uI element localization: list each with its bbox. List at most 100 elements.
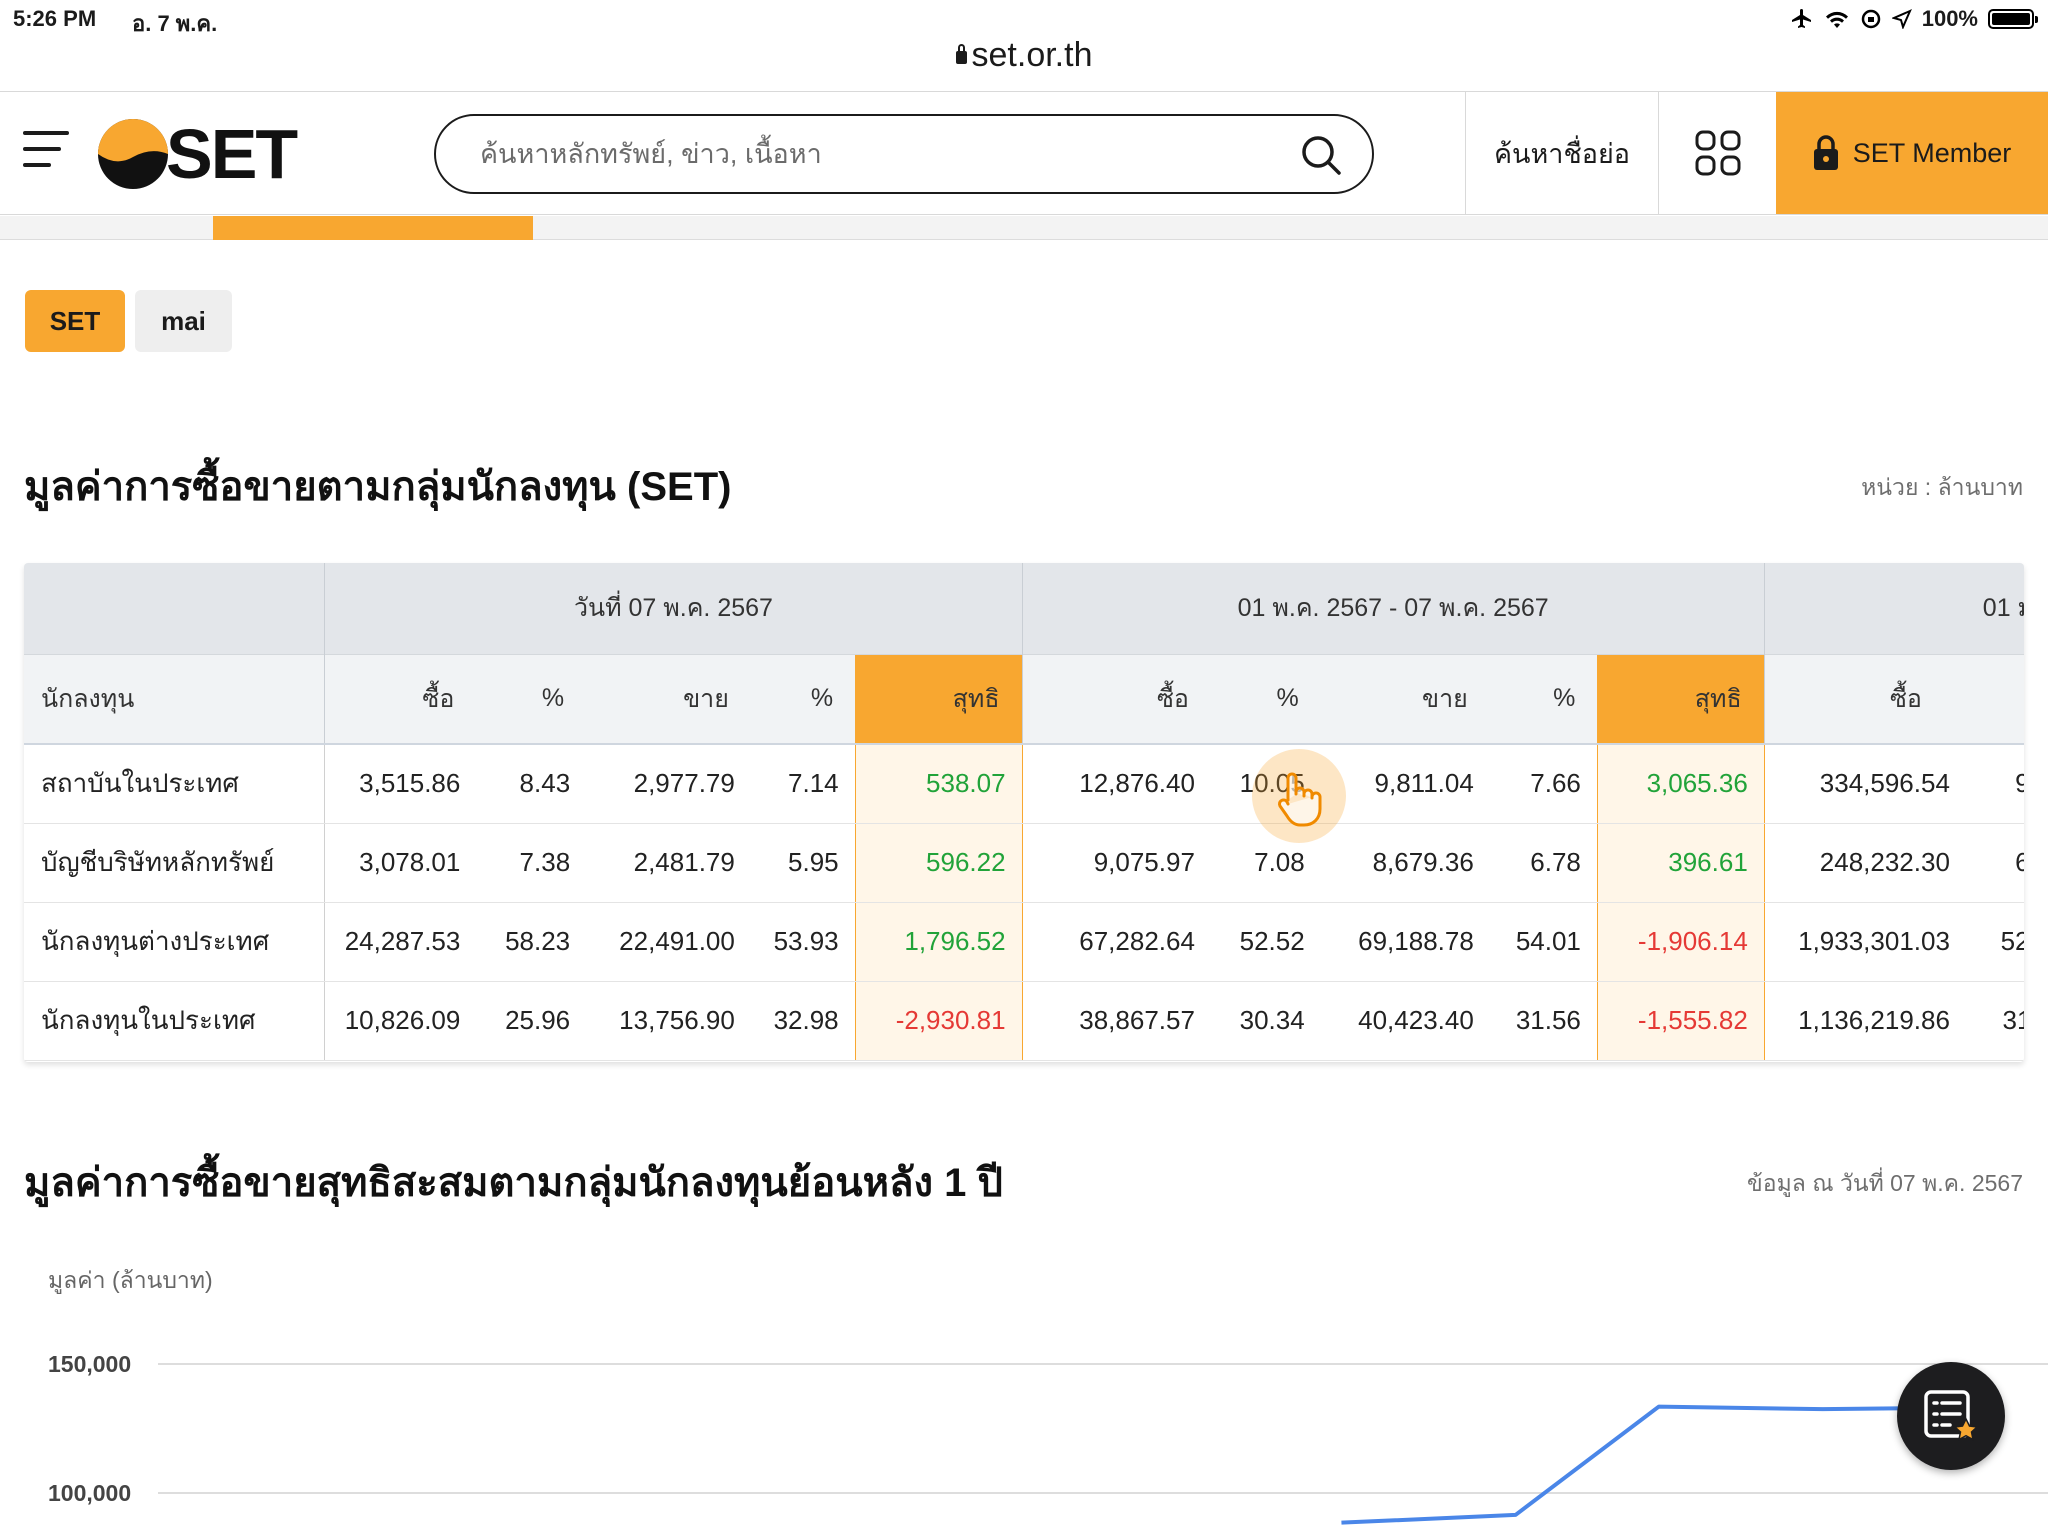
table-row: สถาบันในประเทศ 3,515.86 8.43 2,977.79 7.14 53… bbox=[24, 744, 2024, 824]
lock-icon bbox=[955, 44, 967, 64]
period-header: วันที่ 07 พ.ค. 2567 bbox=[324, 563, 1023, 654]
market-toggle-set[interactable]: SET bbox=[25, 290, 125, 352]
site-header: SET ค้นหาชื่อย่อ SET Member bbox=[0, 91, 2048, 215]
sell-pct-cell: 31.56 bbox=[1489, 981, 1598, 1061]
set-logo[interactable]: SET bbox=[96, 114, 298, 194]
menu-icon[interactable] bbox=[23, 131, 69, 169]
buy-cell: 334,596.54 bbox=[1763, 744, 1962, 824]
unit-note: หน่วย : ล้านบาท bbox=[1861, 474, 2023, 500]
sell-cell: 2,977.79 bbox=[586, 744, 751, 824]
period-header-row: วันที่ 07 พ.ค. 2567 01 พ.ค. 2567 - 07 พ.… bbox=[24, 563, 2024, 654]
status-indicators: 100% bbox=[1790, 6, 2038, 32]
table-row: นักลงทุนต่างประเทศ 24,287.53 58.23 22,491.0… bbox=[24, 902, 2024, 982]
rotation-lock-icon bbox=[1861, 9, 1880, 29]
sell-cell: 2,481.79 bbox=[586, 823, 751, 903]
apps-grid-icon bbox=[1695, 130, 1740, 176]
logo-text: SET bbox=[166, 115, 298, 193]
net-cell: 538.07 bbox=[854, 744, 1023, 824]
as-of-note: ข้อมูล ณ วันที่ 07 พ.ค. 2567 bbox=[1747, 1170, 2023, 1196]
col-buy: ซื้อ bbox=[324, 653, 477, 745]
investor-name: นักลงทุนต่างประเทศ bbox=[24, 902, 325, 982]
sell-pct-cell: 7.66 bbox=[1489, 744, 1598, 824]
section-title-cumulative-net: มูลค่าการซื้อขายสุทธิสะสมตามกลุ่มนักลงทุ… bbox=[24, 1161, 1003, 1205]
buy-cell: 1,136,219.86 bbox=[1763, 981, 1962, 1061]
url-text: set.or.th bbox=[971, 36, 1093, 74]
col-sell: ขาย bbox=[586, 653, 751, 745]
address-bar[interactable]: set.or.th bbox=[0, 36, 2048, 75]
y-tick-label: 100,000 bbox=[48, 1480, 131, 1506]
buy-pct-cell: 52.93 bbox=[1961, 902, 2024, 982]
sell-cell: 9,811.04 bbox=[1320, 744, 1490, 824]
col-net: สุทธิ bbox=[855, 653, 1023, 745]
hand-pointer-icon bbox=[1278, 772, 1322, 827]
col-sell-pct: % bbox=[750, 653, 856, 745]
buy-cell: 9,075.97 bbox=[1021, 823, 1211, 903]
net-cell: 396.61 bbox=[1596, 823, 1765, 903]
buy-pct-cell: 52.52 bbox=[1210, 902, 1321, 982]
set-logo-mark bbox=[98, 119, 168, 189]
col-buy-pct: % bbox=[476, 653, 587, 745]
buy-cell: 248,232.30 bbox=[1763, 823, 1962, 903]
airplane-icon bbox=[1791, 9, 1811, 28]
lock-icon bbox=[1813, 135, 1838, 170]
net-cell: 596.22 bbox=[854, 823, 1023, 903]
watchlist-fab[interactable] bbox=[1897, 1362, 2005, 1470]
status-time: 5:26 PM bbox=[13, 6, 97, 31]
buy-cell: 3,078.01 bbox=[324, 823, 477, 903]
col-sell-pct: % bbox=[1489, 653, 1598, 745]
table-row: บัญชีบริษัทหลักทรัพย์ 3,078.01 7.38 2,481.7… bbox=[24, 823, 2024, 903]
symbol-search-button[interactable]: ค้นหาชื่อย่อ bbox=[1465, 92, 1658, 214]
search-input[interactable] bbox=[480, 134, 1280, 174]
net-cell: -1,906.14 bbox=[1596, 902, 1765, 982]
battery-icon bbox=[1988, 9, 2038, 29]
buy-pct-cell: 9.16 bbox=[1961, 744, 2024, 824]
member-label: SET Member bbox=[1852, 137, 2012, 168]
y-tick-label: 150,000 bbox=[48, 1351, 131, 1377]
net-cell: -1,555.82 bbox=[1596, 981, 1765, 1061]
buy-cell: 10,826.09 bbox=[324, 981, 477, 1061]
col-buy: ซื้อ bbox=[1763, 653, 1962, 745]
table-row: นักลงทุนในประเทศ 10,826.09 25.96 13,756.90 3… bbox=[24, 981, 2024, 1061]
apps-button[interactable] bbox=[1658, 92, 1776, 214]
investor-name: บัญชีบริษัทหลักทรัพย์ bbox=[24, 823, 325, 903]
sell-pct-cell: 5.95 bbox=[750, 823, 856, 903]
buy-pct-cell: 6.80 bbox=[1961, 823, 2024, 903]
sell-cell: 69,188.78 bbox=[1320, 902, 1490, 982]
period-header: 01 พ.ค. 2567 - 07 พ.ค. 2567 bbox=[1021, 563, 1765, 654]
sell-pct-cell: 7.14 bbox=[750, 744, 856, 824]
col-net: สุทธิ bbox=[1597, 653, 1765, 745]
sell-pct-cell: 53.93 bbox=[750, 902, 856, 982]
buy-cell: 38,867.57 bbox=[1021, 981, 1211, 1061]
buy-cell: 24,287.53 bbox=[324, 902, 477, 982]
sub-tab-active[interactable] bbox=[213, 216, 533, 240]
investor-name: สถาบันในประเทศ bbox=[24, 744, 325, 824]
search-icon[interactable] bbox=[1300, 134, 1342, 176]
buy-pct-cell: 58.23 bbox=[476, 902, 587, 982]
col-buy-pct: % bbox=[1961, 653, 2024, 745]
chart-series-line bbox=[1341, 1404, 1936, 1525]
period-header-blank bbox=[24, 563, 325, 654]
net-cell: 1,796.52 bbox=[854, 902, 1023, 982]
symbol-search-label: ค้นหาชื่อย่อ bbox=[1493, 138, 1631, 169]
buy-pct-cell: 31.11 bbox=[1961, 981, 2024, 1061]
sell-pct-cell: 32.98 bbox=[750, 981, 856, 1061]
set-member-button[interactable]: SET Member bbox=[1776, 92, 2048, 214]
location-icon bbox=[1891, 9, 1912, 29]
sell-cell: 8,679.36 bbox=[1320, 823, 1490, 903]
market-toggle-mai[interactable]: mai bbox=[135, 290, 232, 352]
sub-tab-strip bbox=[0, 216, 2048, 240]
period-header: 01 ม.ค. 2567 - 07 bbox=[1763, 563, 2024, 654]
sell-pct-cell: 6.78 bbox=[1489, 823, 1598, 903]
buy-cell: 3,515.86 bbox=[324, 744, 477, 824]
col-investor: นักลงทุน bbox=[24, 653, 325, 745]
net-cell: -2,930.81 bbox=[854, 981, 1023, 1061]
cumulative-net-chart: 150,000 100,000 bbox=[48, 1351, 2048, 1525]
buy-cell: 12,876.40 bbox=[1021, 744, 1211, 824]
buy-pct-cell: 30.34 bbox=[1210, 981, 1321, 1061]
col-buy: ซื้อ bbox=[1021, 653, 1211, 745]
wifi-icon bbox=[1825, 11, 1848, 28]
buy-cell: 1,933,301.03 bbox=[1763, 902, 1962, 982]
list-star-icon bbox=[1924, 1390, 1979, 1441]
sell-cell: 40,423.40 bbox=[1320, 981, 1490, 1061]
buy-pct-cell: 8.43 bbox=[476, 744, 587, 824]
